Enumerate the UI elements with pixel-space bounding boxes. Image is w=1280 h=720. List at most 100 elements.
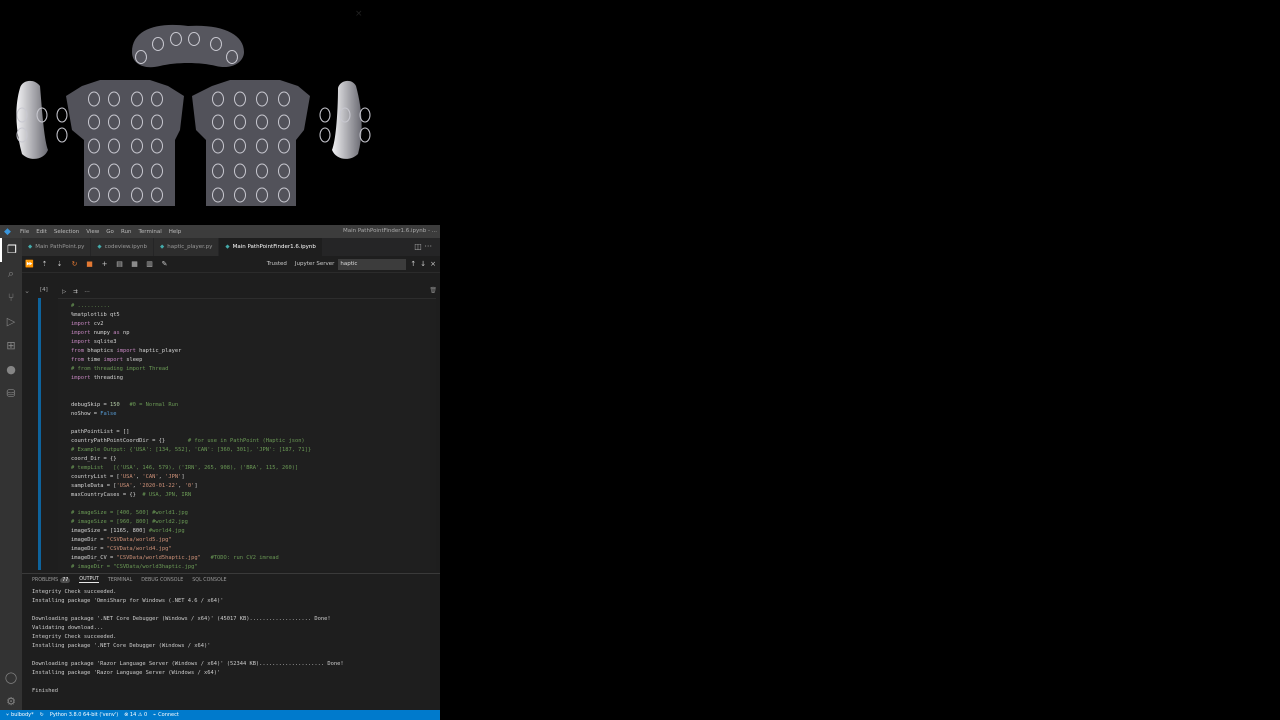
add-cell-icon[interactable]: + [97, 260, 112, 268]
edit-icon[interactable]: ✎ [157, 260, 172, 268]
menu-edit[interactable]: Edit [36, 229, 47, 235]
git-branch[interactable]: bulbody* [11, 712, 34, 718]
title-bar: ◆ File Edit Selection View Go Run Termin… [0, 225, 440, 238]
tab-label: haptic_player.py [167, 244, 213, 250]
find-input[interactable] [338, 258, 407, 270]
export-icon[interactable]: ▦ [127, 260, 142, 268]
menu-selection[interactable]: Selection [54, 229, 79, 235]
code-line[interactable]: imageSize = [1165, 800] #world4.jpg [71, 528, 185, 534]
find-next-icon[interactable]: ↓ [420, 260, 426, 268]
cell-selection-bar [38, 298, 41, 570]
tab-codeview[interactable]: ◆ codeview.ipynb [91, 238, 155, 256]
execution-count: [4] [40, 287, 48, 293]
code-line[interactable]: import sqlite3 [71, 339, 116, 345]
jupyter-server-status[interactable]: Jupyter Server [295, 261, 334, 267]
tactor-dot [56, 127, 68, 143]
menu-view[interactable]: View [86, 229, 99, 235]
code-line[interactable]: # imageSize = [400, 500] #world1.jpg [71, 510, 188, 516]
notebook-file-icon: ◆ [97, 244, 102, 250]
menu-go[interactable]: Go [106, 229, 114, 235]
find-prev-icon[interactable]: ↑ [410, 260, 416, 268]
code-line[interactable]: import threading [71, 375, 123, 381]
code-line[interactable]: # from threading import Thread [71, 366, 168, 372]
remote-icon[interactable]: ● [0, 358, 22, 382]
database-icon[interactable]: ⛁ [0, 382, 22, 406]
output-line: Installing package 'OmniSharp for Window… [32, 598, 224, 604]
code-line[interactable]: # imageDir = "CSVData/world3haptic.jpg" [71, 564, 198, 570]
code-line[interactable]: imageDir = "CSVData/world5.jpg" [71, 537, 172, 543]
code-line[interactable]: # tempList [('USA', 146, 579), ('IRN', 2… [71, 465, 298, 471]
code-line[interactable]: imageDir = "CSVData/world4.jpg" [71, 546, 172, 552]
more-actions-icon[interactable]: ⋯ [84, 289, 90, 295]
delete-cell-icon[interactable]: 🗑 [429, 287, 437, 294]
code-content[interactable]: # .......... %matplotlib qt5 import cv2 … [58, 299, 436, 571]
restart-kernel-icon[interactable]: ↻ [67, 260, 82, 268]
code-line[interactable]: imageDir_CV = "CSVData/world5haptic.jpg"… [71, 555, 279, 561]
tab-main-pathpoint[interactable]: ◆ Main PathPoint.py [22, 238, 92, 256]
cell-toolbar: ▷ ⇉ ⋯ [62, 289, 95, 295]
run-by-line-icon[interactable]: ⇉ [73, 289, 78, 295]
code-line[interactable]: # imageSize = [960, 800] #world2.jpg [71, 519, 188, 525]
menu-help[interactable]: Help [169, 229, 182, 235]
code-line[interactable]: import cv2 [71, 321, 103, 327]
variables-icon[interactable]: ▥ [142, 260, 157, 268]
tab-label: Main PathPointFinder1.6.ipynb [232, 244, 316, 250]
tab-label: PROBLEMS [32, 577, 59, 583]
code-line[interactable]: from bhaptics import haptic_player [71, 348, 181, 354]
panel-tab-debug-console[interactable]: DEBUG CONSOLE [141, 578, 183, 583]
panel-tab-terminal[interactable]: TERMINAL [108, 578, 132, 583]
interrupt-icon[interactable]: ■ [82, 260, 97, 268]
run-all-icon[interactable]: ⏩ [22, 260, 37, 268]
code-line[interactable]: pathPointList = [] [71, 429, 129, 435]
run-cell-icon[interactable]: ▷ [62, 289, 66, 295]
vest-back [192, 80, 310, 206]
code-line[interactable]: noShow = False [71, 411, 116, 417]
trusted-status[interactable]: Trusted [267, 261, 287, 267]
collapse-chevron-icon[interactable]: ⌄ [22, 287, 32, 295]
tactor-dot [359, 127, 371, 143]
code-cell[interactable]: # .......... %matplotlib qt5 import cv2 … [58, 298, 436, 571]
tab-haptic-player[interactable]: ◆ haptic_player.py [154, 238, 220, 256]
sync-icon[interactable]: ↻ [40, 712, 44, 718]
connect-status[interactable]: Connect [158, 712, 179, 718]
code-line[interactable]: maxCountryCases = {} # USA, JPN, IRN [71, 492, 191, 498]
menu-file[interactable]: File [20, 229, 29, 235]
account-icon[interactable]: ◯ [0, 666, 22, 690]
head-device [132, 24, 244, 68]
menu-run[interactable]: Run [121, 229, 132, 235]
output-line: Installing package 'Razor Language Serve… [32, 670, 221, 676]
menu-terminal[interactable]: Terminal [138, 229, 161, 235]
panel-tab-sql-console[interactable]: SQL CONSOLE [192, 578, 226, 583]
save-icon[interactable]: ▤ [112, 260, 127, 268]
output-line: Finished [32, 688, 58, 694]
explorer-icon[interactable]: ❐ [0, 238, 22, 262]
extensions-icon[interactable]: ⊞ [0, 334, 22, 358]
problems-status[interactable]: ⊗ 14 ⚠ 0 [124, 712, 147, 718]
code-line[interactable]: countryPathPointCoordDir = {} # for use … [71, 438, 305, 444]
run-above-icon[interactable]: ⇡ [37, 260, 52, 268]
editor-tabs: ◆ Main PathPoint.py ◆ codeview.ipynb ◆ hapt… [22, 238, 440, 256]
vscode-logo-icon: ◆ [4, 226, 11, 237]
close-find-icon[interactable]: × [430, 260, 436, 268]
code-line[interactable]: countryList = ['USA', 'CAN', 'JPN'] [71, 474, 185, 480]
output-line: Validating download... [32, 625, 104, 631]
code-line[interactable]: # .......... [71, 303, 110, 309]
code-line[interactable]: import numpy as np [71, 330, 129, 336]
source-control-icon[interactable]: ⑂ [0, 286, 22, 310]
panel-tab-problems[interactable]: PROBLEMS 77 [32, 577, 71, 583]
search-icon[interactable]: ⌕ [0, 262, 22, 286]
run-debug-icon[interactable]: ▷ [0, 310, 22, 334]
code-line[interactable]: %matplotlib qt5 [71, 312, 120, 318]
python-interpreter[interactable]: Python 3.8.0 64-bit ('venv') [50, 712, 118, 718]
code-line[interactable]: from time import sleep [71, 357, 142, 363]
run-below-icon[interactable]: ⇣ [52, 260, 67, 268]
code-line[interactable]: # Example Output: {'USA': [134, 552], 'C… [71, 447, 311, 453]
code-line[interactable]: coord_Dir = {} [71, 456, 116, 462]
tab-main-pathpointfinder[interactable]: ◆ Main PathPointFinder1.6.ipynb [219, 238, 323, 256]
code-line[interactable]: debugSkip = 150 #0 = Normal Run [71, 402, 178, 408]
code-line[interactable]: sampleData = ['USA', '2020-01-22', '0'] [71, 483, 198, 489]
split-editor-icon[interactable]: ◫ ··· [414, 238, 440, 256]
panel-tab-output[interactable]: OUTPUT [79, 577, 99, 583]
python-file-icon: ◆ [28, 244, 33, 250]
